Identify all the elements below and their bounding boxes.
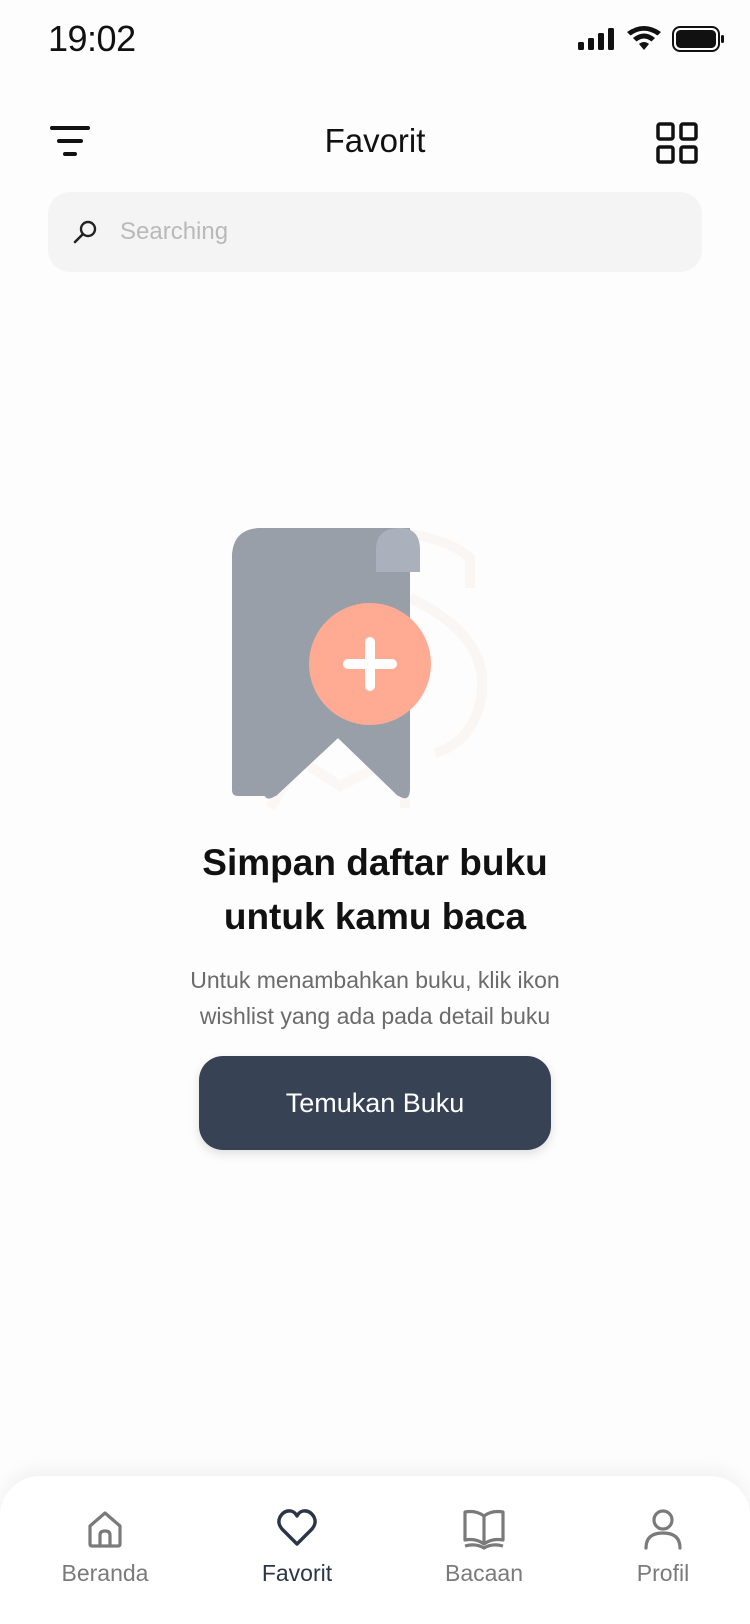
empty-state-title: Simpan daftar buku untuk kamu baca (202, 842, 548, 937)
signal-icon (578, 28, 614, 50)
nav-label-beranda: Beranda (61, 1560, 149, 1586)
heart-icon (277, 1509, 317, 1546)
nav-item-bacaan[interactable]: Bacaan (409, 1506, 559, 1587)
nav-item-favorit[interactable]: Favorit (222, 1506, 372, 1587)
wifi-icon (627, 26, 661, 50)
bottom-nav: Beranda Favorit Bacaan Profil (0, 1476, 750, 1624)
open-book-icon (463, 1509, 505, 1550)
nav-item-beranda[interactable]: Beranda (30, 1506, 180, 1587)
find-books-button[interactable]: Temukan Buku (199, 1056, 551, 1150)
empty-state-subtitle: Untuk menambahkan buku, klik ikon wishli… (190, 967, 560, 1029)
battery-icon (672, 26, 724, 52)
nav-label-bacaan: Bacaan (444, 1560, 523, 1586)
home-icon (88, 1511, 122, 1548)
person-icon (644, 1509, 682, 1550)
page-title: Favorit (324, 122, 426, 159)
grid-view-icon[interactable] (656, 122, 698, 164)
search-bar[interactable] (48, 192, 702, 272)
favorites-screen: 19:02 Favorit Searching Simpan daftar bu… (0, 0, 750, 1624)
bookmark-add-illustration (232, 528, 488, 811)
status-icons (578, 26, 726, 52)
nav-label-favorit: Favorit (261, 1560, 333, 1586)
bookmark-curl (376, 528, 420, 572)
nav-label-profil: Profil (636, 1560, 690, 1586)
search-input[interactable] (120, 218, 660, 246)
search-icon (73, 220, 97, 244)
status-time: 19:02 (48, 18, 136, 59)
nav-item-profil[interactable]: Profil (588, 1506, 738, 1587)
